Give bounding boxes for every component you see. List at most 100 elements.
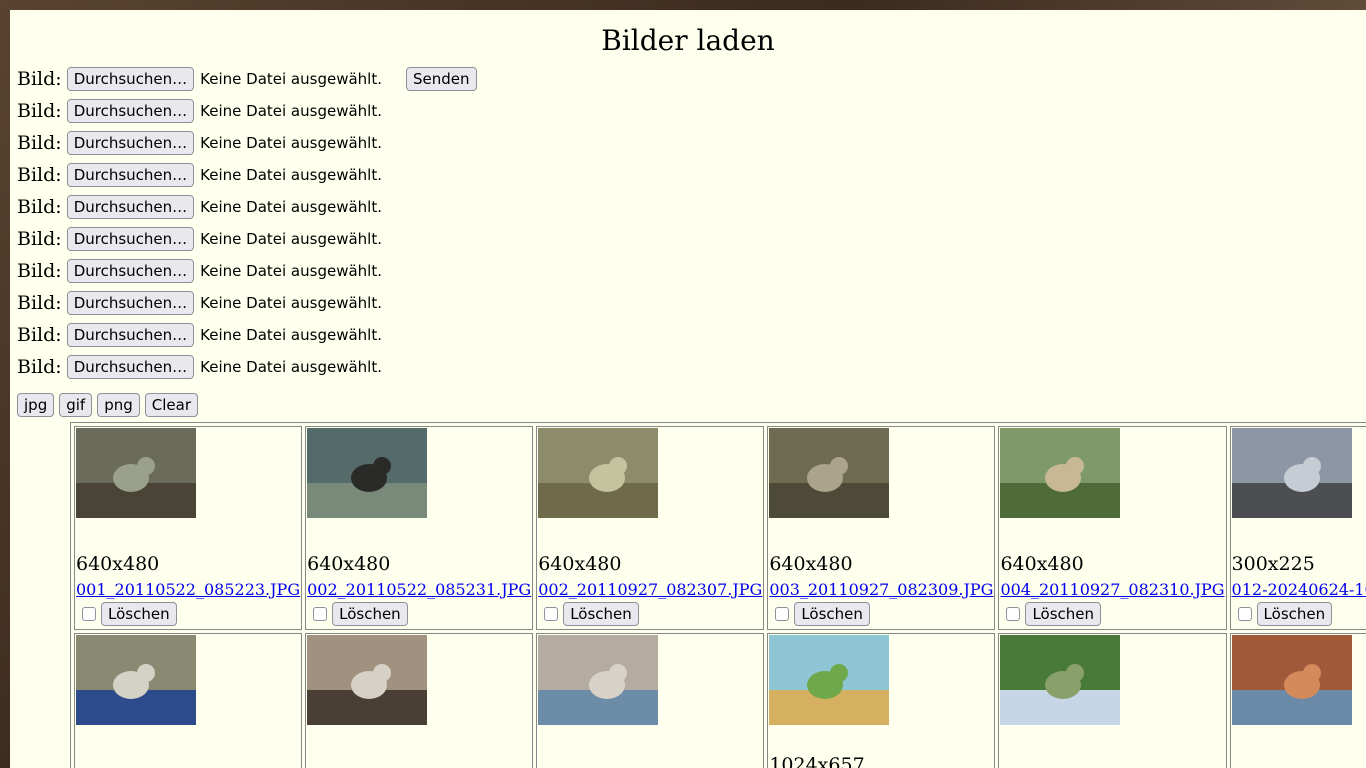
upload-label: Bild: — [17, 260, 62, 282]
thumbnail-image[interactable] — [76, 428, 196, 518]
upload-label: Bild: — [17, 324, 62, 346]
delete-button[interactable]: Löschen — [1025, 602, 1102, 626]
image-cell: 1024x657 — [767, 633, 996, 768]
thumbnail-image[interactable] — [769, 635, 890, 725]
browse-button[interactable]: Durchsuchen… — [66, 227, 195, 251]
clear-button[interactable]: Clear — [144, 393, 198, 417]
browse-button[interactable]: Durchsuchen… — [66, 131, 195, 155]
image-filename-link[interactable]: 004_20110927_082310.JPG — [1000, 580, 1224, 599]
thumbnail-image[interactable] — [538, 635, 659, 725]
delete-row: Löschen — [1000, 602, 1224, 626]
upload-label: Bild: — [17, 100, 62, 122]
thumbnail-image[interactable] — [1231, 635, 1352, 725]
upload-label: Bild: — [17, 196, 62, 218]
browse-button[interactable]: Durchsuchen… — [66, 99, 195, 123]
browse-button[interactable]: Durchsuchen… — [66, 291, 195, 315]
upload-row: Bild: Durchsuchen… Keine Datei ausgewählt. — [17, 194, 382, 220]
page-title: Bilder laden — [601, 24, 775, 57]
thumbnail-image[interactable] — [76, 635, 196, 725]
browse-button[interactable]: Durchsuchen… — [66, 67, 195, 91]
image-filename-link[interactable]: 002_20110927_082307.JPG — [538, 580, 762, 599]
browse-button[interactable]: Durchsuchen… — [66, 355, 195, 379]
upload-label: Bild: — [17, 132, 62, 154]
upload-row: Bild: Durchsuchen… Keine Datei ausgewählt. — [17, 162, 382, 188]
browse-button[interactable]: Durchsuchen… — [66, 259, 195, 283]
image-grid: 640x480 001_20110522_085223.JPG Löschen 640… — [70, 422, 1366, 768]
delete-row: Löschen — [538, 602, 762, 626]
image-filename-link[interactable]: 002_20110522_085231.JPG — [307, 580, 531, 599]
upload-row: Bild: Durchsuchen… Keine Datei ausgewählt. — [17, 322, 382, 348]
upload-label: Bild: — [17, 164, 62, 186]
thumbnail-image[interactable] — [538, 428, 659, 518]
thumbnail-image[interactable] — [1000, 635, 1121, 725]
delete-row: Löschen — [1232, 602, 1366, 626]
no-file-text: Keine Datei ausgewählt. — [200, 70, 382, 88]
delete-checkbox[interactable] — [1237, 607, 1252, 621]
image-dimensions: 1024x657 — [769, 754, 865, 768]
image-cell — [74, 633, 303, 768]
thumbnail-image[interactable] — [307, 428, 428, 518]
no-file-text: Keine Datei ausgewählt. — [200, 102, 382, 120]
upload-row: Bild: Durchsuchen… Keine Datei ausgewählt. — [17, 130, 382, 156]
delete-button[interactable]: Löschen — [332, 602, 408, 626]
image-cell: 640x480 003_20110927_082309.JPG Löschen — [767, 426, 996, 630]
no-file-text: Keine Datei ausgewählt. — [200, 166, 382, 184]
no-file-text: Keine Datei ausgewählt. — [200, 358, 382, 376]
no-file-text: Keine Datei ausgewählt. — [200, 198, 382, 216]
thumbnail-image[interactable] — [1000, 428, 1121, 518]
upload-row: Bild: Durchsuchen… Keine Datei ausgewählt. — [17, 226, 382, 252]
no-file-text: Keine Datei ausgewählt. — [200, 134, 382, 152]
browse-button[interactable]: Durchsuchen… — [66, 195, 195, 219]
image-filename-link[interactable]: 003_20110927_082309.JPG — [769, 580, 993, 599]
image-cell — [998, 633, 1227, 768]
delete-checkbox[interactable] — [775, 607, 790, 621]
delete-row: Löschen — [76, 602, 300, 626]
delete-checkbox[interactable] — [313, 607, 328, 621]
send-button[interactable]: Senden — [405, 67, 477, 91]
no-file-text: Keine Datei ausgewählt. — [200, 326, 382, 344]
upload-row: Bild: Durchsuchen… Keine Datei ausgewählt. — [17, 354, 382, 380]
filter-gif-button[interactable]: gif — [59, 393, 93, 417]
image-filename-link[interactable]: 001_20110522_085223.JPG — [76, 580, 300, 599]
delete-checkbox[interactable] — [82, 607, 96, 621]
thumbnail-image[interactable] — [1231, 428, 1352, 518]
no-file-text: Keine Datei ausgewählt. — [200, 294, 382, 312]
image-dimensions: 640x480 — [307, 553, 391, 575]
image-dimensions: 300x225 — [1231, 553, 1315, 575]
image-dimensions: 640x480 — [538, 553, 622, 575]
image-cell: 300x225 012-20240624-100951.jpg Löschen — [1229, 426, 1366, 630]
upload-row: Bild: Durchsuchen… Keine Datei ausgewählt.… — [17, 66, 477, 92]
delete-checkbox[interactable] — [544, 607, 559, 621]
thumbnail-image[interactable] — [769, 428, 890, 518]
filter-jpg-button[interactable]: jpg — [17, 393, 55, 417]
delete-row: Löschen — [307, 602, 531, 626]
image-dimensions: 640x480 — [769, 553, 853, 575]
delete-button[interactable]: Löschen — [794, 602, 870, 626]
no-file-text: Keine Datei ausgewählt. — [200, 262, 382, 280]
upload-label: Bild: — [17, 228, 62, 250]
browse-button[interactable]: Durchsuchen… — [66, 163, 195, 187]
upload-row: Bild: Durchsuchen… Keine Datei ausgewählt. — [17, 98, 382, 124]
image-cell — [305, 633, 534, 768]
image-filename-link[interactable]: 012-20240624-100951.jpg — [1232, 580, 1366, 599]
image-dimensions: 640x480 — [1000, 553, 1084, 575]
image-cell — [1229, 633, 1366, 768]
image-cell — [536, 633, 765, 768]
no-file-text: Keine Datei ausgewählt. — [200, 230, 382, 248]
browse-button[interactable]: Durchsuchen… — [66, 323, 195, 347]
delete-button[interactable]: Löschen — [563, 602, 639, 626]
image-dimensions: 640x480 — [76, 553, 160, 575]
delete-button[interactable]: Löschen — [101, 602, 177, 626]
filter-toolbar: jpg gif png Clear — [17, 393, 198, 417]
image-cell: 640x480 002_20110927_082307.JPG Löschen — [536, 426, 765, 630]
delete-checkbox[interactable] — [1006, 607, 1021, 621]
delete-button[interactable]: Löschen — [1256, 602, 1333, 626]
filter-png-button[interactable]: png — [97, 393, 140, 417]
thumbnail-image[interactable] — [307, 635, 428, 725]
upload-label: Bild: — [17, 292, 62, 314]
image-cell: 640x480 002_20110522_085231.JPG Löschen — [305, 426, 534, 630]
upload-label: Bild: — [17, 356, 62, 378]
image-cell: 640x480 001_20110522_085223.JPG Löschen — [74, 426, 303, 630]
image-cell: 640x480 004_20110927_082310.JPG Löschen — [998, 426, 1227, 630]
delete-row: Löschen — [769, 602, 993, 626]
